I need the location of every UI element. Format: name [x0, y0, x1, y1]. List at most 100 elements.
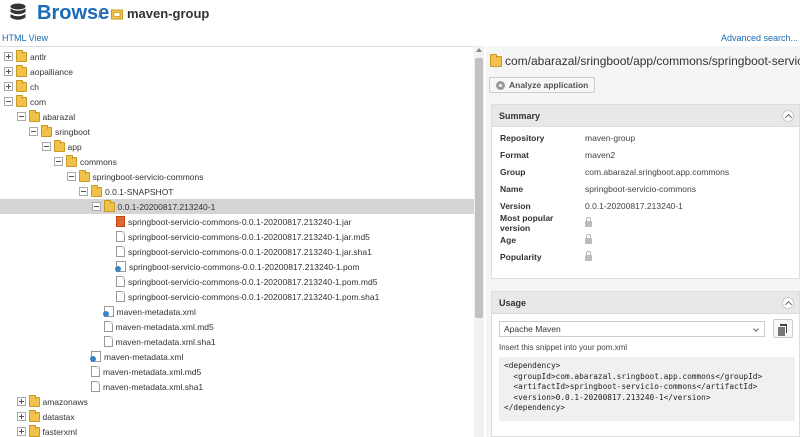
chevron-down-icon — [753, 326, 759, 332]
tree-row[interactable]: maven-metadata.xml — [0, 349, 474, 364]
collapse-icon[interactable] — [16, 112, 26, 121]
browse-app: Browse / maven-group HTML View Advanced … — [0, 0, 800, 437]
tree-row[interactable]: springboot-servicio-commons-0.0.1-202008… — [0, 214, 474, 229]
file-icon — [91, 366, 100, 377]
tree-item-label: abarazal — [42, 111, 76, 122]
build-tool-select[interactable]: Apache Maven — [499, 321, 765, 337]
tree-row[interactable]: maven-metadata.xml.sha1 — [0, 334, 474, 349]
summary-value: maven-group — [585, 132, 636, 143]
tree-row[interactable]: datastax — [0, 409, 474, 424]
tree-item-label: app — [67, 141, 82, 152]
summary-key: Most popular version — [500, 212, 554, 233]
tree-item-label: ch — [30, 81, 39, 92]
expand-icon[interactable] — [16, 397, 26, 406]
component-path: com/abarazal/sringboot/app/commons/sprin… — [490, 54, 800, 68]
expand-icon[interactable] — [16, 412, 26, 421]
tree-row[interactable]: springboot-servicio-commons-0.0.1-202008… — [0, 229, 474, 244]
collapse-icon[interactable] — [4, 97, 13, 106]
collapse-summary-icon[interactable] — [782, 110, 794, 122]
expand-icon[interactable] — [4, 82, 13, 91]
tree-row[interactable]: 0.0.1-20200817.213240-1 — [0, 199, 474, 214]
tree-item-label: maven-metadata.xml.sha1 — [115, 336, 216, 347]
scroll-up-icon[interactable] — [476, 48, 482, 52]
breadcrumb-repository[interactable]: maven-group — [127, 6, 209, 21]
tree-row[interactable]: maven-metadata.xml — [0, 304, 474, 319]
pom-file-icon — [115, 261, 126, 272]
tree-scrollbar[interactable] — [474, 46, 484, 437]
folder-icon — [28, 424, 40, 437]
summary-key: Age — [500, 234, 517, 245]
lock-icon — [585, 217, 592, 227]
summary-key: Popularity — [500, 251, 542, 262]
tree-row[interactable]: com — [0, 94, 474, 109]
tree-row[interactable]: amazonaws — [0, 394, 474, 409]
folder-icon — [16, 49, 27, 62]
tree-row[interactable]: springboot-servicio-commons-0.0.1-202008… — [0, 289, 474, 304]
copy-snippet-button[interactable] — [773, 319, 793, 338]
analyze-application-button[interactable]: Analyze application — [489, 77, 596, 93]
tree-item-label: maven-metadata.xml.md5 — [115, 321, 214, 332]
tree-item-label: maven-metadata.xml.sha1 — [103, 381, 204, 392]
tree-item-label: maven-metadata.xml — [116, 306, 196, 317]
summary-header[interactable]: Summary — [492, 105, 799, 127]
file-icon — [103, 336, 113, 347]
tree-row[interactable]: springboot-servicio-commons-0.0.1-202008… — [0, 259, 474, 274]
collapse-icon[interactable] — [54, 157, 63, 166]
dependency-snippet[interactable]: <dependency> <groupId>com.abarazal.sring… — [499, 357, 795, 421]
tree-row[interactable]: fasterxml — [0, 424, 474, 437]
tree-row[interactable]: springboot-servicio-commons-0.0.1-202008… — [0, 274, 474, 289]
expand-icon[interactable] — [4, 67, 13, 76]
tree-row[interactable]: maven-metadata.xml.md5 — [0, 364, 474, 379]
folder-icon — [490, 54, 502, 67]
tree-row[interactable]: 0.0.1-SNAPSHOT — [0, 184, 474, 199]
tree-row[interactable]: maven-metadata.xml.sha1 — [0, 379, 474, 394]
collapse-icon[interactable] — [91, 202, 101, 211]
tree-item-label: springboot-servicio-commons-0.0.1-202008… — [128, 231, 370, 242]
tree-item-label: aopalliance — [30, 66, 74, 77]
tree-row[interactable]: springboot-servicio-commons-0.0.1-202008… — [0, 244, 474, 259]
scroll-thumb[interactable] — [475, 58, 483, 318]
expand-icon[interactable] — [4, 52, 13, 61]
summary-key: Group — [500, 166, 526, 177]
file-icon — [116, 291, 125, 302]
database-icon — [10, 3, 26, 20]
folder-icon — [103, 199, 115, 212]
tree-row[interactable]: commons — [0, 154, 474, 169]
summary-row: Format maven2 — [500, 148, 615, 161]
folder-icon — [66, 154, 77, 167]
details-panel: com/abarazal/sringboot/app/commons/sprin… — [486, 46, 800, 437]
summary-key: Name — [500, 183, 524, 194]
collapse-icon[interactable] — [66, 172, 76, 181]
tree-row[interactable]: ch — [0, 79, 474, 94]
collapse-icon[interactable] — [29, 127, 38, 136]
expand-icon[interactable] — [16, 427, 26, 436]
tree-item-label: maven-metadata.xml.md5 — [103, 366, 202, 377]
folder-icon — [41, 124, 52, 137]
tree-item-label: springboot-servicio-commons-0.0.1-202008… — [129, 261, 360, 272]
summary-row: Version 0.0.1-20200817.213240-1 — [500, 199, 683, 212]
lock-icon — [585, 251, 592, 261]
collapse-icon[interactable] — [79, 187, 88, 196]
tree-row[interactable]: abarazal — [0, 109, 474, 124]
tree-row[interactable]: maven-metadata.xml.md5 — [0, 319, 474, 334]
advanced-search-link[interactable]: Advanced search... — [721, 33, 798, 43]
collapse-icon[interactable] — [41, 142, 51, 151]
tree-row[interactable]: app — [0, 139, 474, 154]
usage-title: Usage — [499, 297, 527, 308]
file-icon — [116, 276, 125, 287]
html-view-link[interactable]: HTML View — [2, 33, 48, 43]
folder-icon — [53, 139, 65, 152]
tree-row[interactable]: springboot-servicio-commons — [0, 169, 474, 184]
tree-row[interactable]: sringboot — [0, 124, 474, 139]
copy-icon — [777, 324, 787, 337]
summary-row: Repository maven-group — [500, 131, 635, 144]
tree-item-label: commons — [80, 156, 117, 167]
component-tree: antlr aopalliance ch com abarazal sringboot ap… — [0, 46, 484, 437]
usage-header[interactable]: Usage — [492, 292, 799, 314]
tree-row[interactable]: antlr — [0, 49, 474, 64]
tree-row[interactable]: aopalliance — [0, 64, 474, 79]
summary-value: springboot-servicio-commons — [585, 183, 697, 194]
tree-item-label: datastax — [42, 411, 75, 422]
collapse-usage-icon[interactable] — [782, 297, 794, 309]
folder-icon — [16, 94, 27, 107]
